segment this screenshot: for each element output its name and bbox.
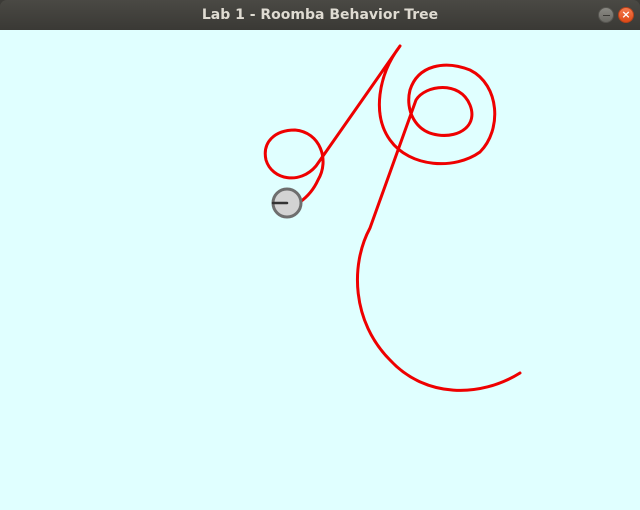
simulation-canvas — [0, 30, 640, 510]
close-button[interactable]: × — [618, 7, 634, 23]
minimize-button[interactable] — [598, 7, 614, 23]
simulation-drawing — [263, 44, 522, 392]
roomba-trajectory — [263, 44, 522, 392]
roomba-robot — [271, 187, 303, 219]
window-title: Lab 1 - Roomba Behavior Tree — [201, 7, 439, 23]
close-icon: × — [621, 8, 631, 21]
title-bar[interactable]: Lab 1 - Roomba Behavior Tree × — [0, 0, 640, 30]
app-window: Lab 1 - Roomba Behavior Tree × — [0, 0, 640, 510]
